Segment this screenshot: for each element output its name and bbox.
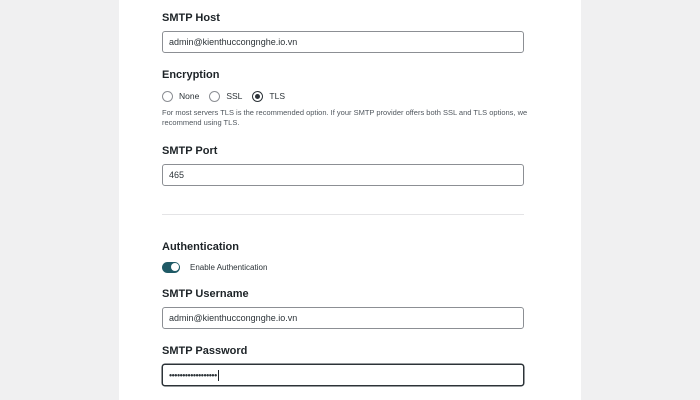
smtp-password-input[interactable]: •••••••••••••••••• [162,364,524,386]
radio-tls-icon[interactable] [252,90,264,102]
encryption-help-text: For most servers TLS is the recommended … [162,108,528,127]
section-divider [162,214,524,215]
authentication-toggle-row: Enable Authentication [162,261,267,273]
smtp-host-label: SMTP Host [162,12,220,24]
authentication-toggle[interactable] [162,261,180,273]
settings-panel: SMTP Host admin@kienthuccongnghe.io.vn E… [119,0,581,400]
encryption-label: Encryption [162,69,220,81]
radio-ssl-icon[interactable] [209,90,221,102]
encryption-option-ssl-label: SSL [226,91,243,101]
encryption-option-tls[interactable]: TLS [252,90,285,102]
smtp-password-value: •••••••••••••••••• [169,370,217,381]
encryption-option-ssl[interactable]: SSL [209,90,243,102]
encryption-option-none-label: None [179,91,200,101]
text-caret [217,370,219,382]
authentication-label: Authentication [162,241,239,253]
encryption-option-none[interactable]: None [162,90,200,102]
smtp-host-input[interactable]: admin@kienthuccongnghe.io.vn [162,31,524,53]
encryption-option-tls-label: TLS [269,91,285,101]
smtp-port-label: SMTP Port [162,145,218,157]
radio-none-icon[interactable] [162,90,173,102]
smtp-username-input[interactable]: admin@kienthuccongnghe.io.vn [162,307,524,329]
smtp-port-input[interactable]: 465 [162,164,524,186]
encryption-radio-group: None SSL TLS [162,89,295,103]
authentication-toggle-label: Enable Authentication [190,262,268,272]
smtp-username-label: SMTP Username [162,288,249,300]
smtp-password-label: SMTP Password [162,345,248,357]
